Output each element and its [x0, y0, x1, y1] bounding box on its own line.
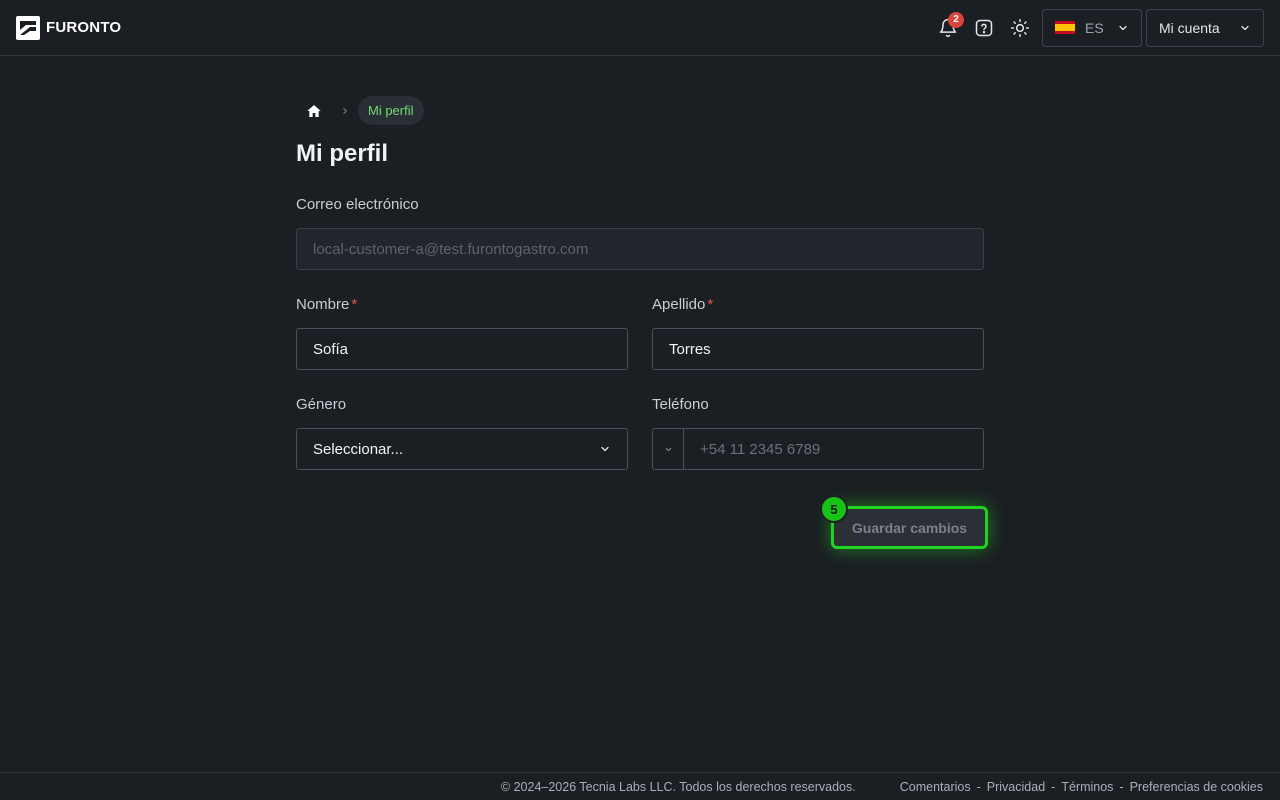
gender-select[interactable]: Seleccionar... [296, 428, 628, 470]
first-name-label: Nombre * [296, 296, 358, 313]
chevron-down-icon [1119, 25, 1127, 30]
breadcrumb-current[interactable]: Mi perfil [358, 96, 424, 125]
footer-link-privacy[interactable]: Privacidad [987, 780, 1045, 794]
spain-flag-icon [1055, 21, 1075, 34]
help-button[interactable] [966, 10, 1002, 46]
email-field: local-customer-a@test.furontogastro.com [296, 228, 984, 270]
country-code-dropdown[interactable] [653, 429, 684, 469]
language-selector[interactable]: ES [1042, 8, 1142, 47]
profile-page: Mi perfil Mi perfil Correo electrónico l… [296, 96, 984, 470]
chevron-down-icon [601, 446, 609, 452]
gender-phone-row: Género Seleccionar... Teléfono +54 11 23… [296, 396, 984, 470]
first-name-input[interactable]: Sofía [296, 328, 628, 370]
help-icon [975, 19, 993, 36]
required-mark: * [707, 296, 714, 313]
gender-selected-value: Seleccionar... [313, 440, 404, 458]
footer-link-terms[interactable]: Términos [1061, 780, 1113, 794]
account-label: Mi cuenta [1159, 19, 1220, 36]
language-code: ES [1085, 19, 1104, 36]
save-button[interactable]: Guardar cambios [831, 506, 988, 549]
home-icon [307, 104, 321, 117]
footer-link-cookies[interactable]: Preferencias de cookies [1130, 780, 1263, 794]
sun-icon [1010, 18, 1030, 37]
logo-text: FURONTO [46, 19, 122, 36]
first-name-value: Sofía [313, 340, 349, 358]
chevron-down-icon [665, 447, 671, 451]
notifications-button[interactable]: 2 [930, 10, 966, 46]
chevron-right-icon [332, 106, 358, 116]
first-name-group: Nombre * Sofía [296, 296, 628, 370]
logo-icon [16, 15, 40, 40]
footer-separator: - [1119, 779, 1124, 794]
email-field-group: Correo electrónico local-customer-a@test… [296, 196, 984, 270]
breadcrumb-home[interactable] [296, 96, 332, 125]
gender-group: Género Seleccionar... [296, 396, 628, 470]
footer-link-comments[interactable]: Comentarios [900, 780, 971, 794]
phone-label: Teléfono [652, 396, 709, 413]
breadcrumb: Mi perfil [296, 96, 984, 125]
phone-field: +54 11 2345 6789 [652, 428, 984, 470]
footer-separator: - [976, 779, 981, 794]
gender-label: Género [296, 396, 347, 413]
theme-toggle-button[interactable] [1002, 10, 1038, 46]
footer: © 2024–2026 Tecnia Labs LLC. Todos los d… [0, 772, 1280, 800]
last-name-label: Apellido * [652, 296, 714, 313]
phone-input[interactable]: +54 11 2345 6789 [684, 441, 820, 458]
save-button-wrap: Guardar cambios 5 [820, 495, 988, 549]
notification-count-badge: 2 [948, 11, 964, 28]
last-name-input[interactable]: Torres [652, 328, 984, 370]
footer-separator: - [1051, 779, 1056, 794]
last-name-value: Torres [669, 340, 711, 358]
email-value: local-customer-a@test.furontogastro.com [313, 240, 589, 258]
account-menu-button[interactable]: Mi cuenta [1146, 8, 1264, 47]
page-title: Mi perfil [296, 140, 389, 167]
last-name-group: Apellido * Torres [652, 296, 984, 370]
required-mark: * [351, 296, 358, 313]
top-navbar: FURONTO 2 ES Mi cuenta [0, 0, 1280, 56]
phone-group: Teléfono +54 11 2345 6789 [652, 396, 984, 470]
name-row: Nombre * Sofía Apellido * Torres [296, 296, 984, 370]
copyright-text: © 2024–2026 Tecnia Labs LLC. Todos los d… [500, 779, 856, 794]
header-actions: 2 ES Mi cuenta [930, 8, 1264, 47]
chevron-down-icon [1241, 25, 1249, 30]
step-badge: 5 [820, 495, 848, 523]
email-label: Correo electrónico [296, 196, 419, 213]
logo[interactable]: FURONTO [16, 15, 122, 40]
footer-links: Comentarios - Privacidad - Términos - Pr… [900, 780, 1263, 794]
